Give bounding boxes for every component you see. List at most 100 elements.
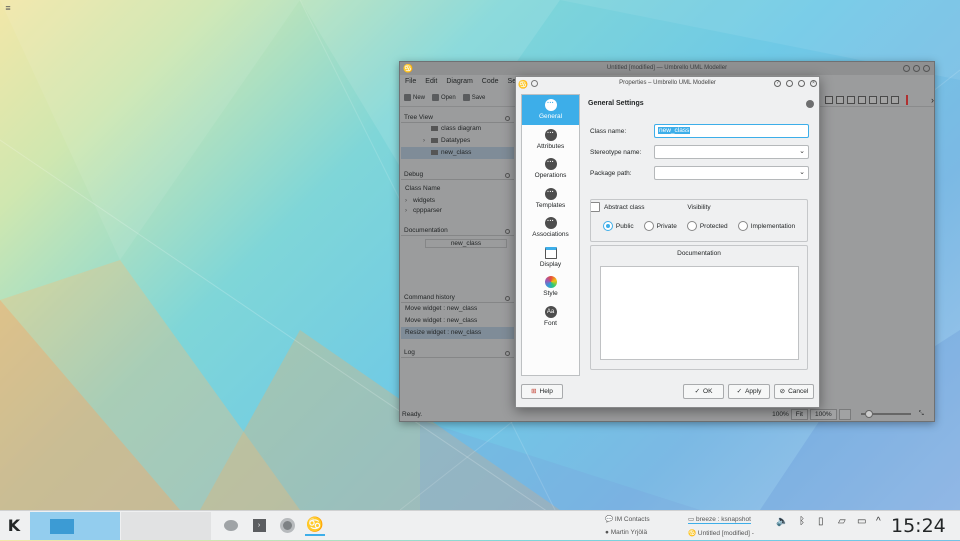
zoom-slider[interactable]	[860, 410, 911, 418]
templates-icon: ···	[544, 187, 557, 200]
radio-protected[interactable]: Protected	[686, 221, 728, 231]
section-menu-icon[interactable]	[806, 100, 814, 108]
clipboard-icon[interactable]: ▱	[838, 516, 846, 527]
tool-datatype-icon[interactable]	[847, 96, 855, 104]
ok-button[interactable]: ✓ OK	[683, 384, 724, 399]
sidebar-item-associations[interactable]: ··· Associations	[522, 213, 579, 243]
sidebar-item-templates[interactable]: ··· Templates	[522, 184, 579, 214]
help-context-icon[interactable]: ?	[774, 80, 781, 87]
sidebar-item-font[interactable]: Aa Font	[522, 302, 579, 332]
toolbar-more-icon[interactable]: ›	[931, 95, 934, 105]
history-item[interactable]: Move widget : new_class	[401, 315, 514, 327]
stereotype-label: Stereotype name:	[590, 149, 642, 156]
application-launcher-icon[interactable]: K	[0, 511, 28, 541]
debug-item[interactable]: › cppparser	[401, 207, 514, 215]
umbrello-app-icon: ♋	[518, 80, 528, 89]
tree-item-class-diagram[interactable]: class diagram	[401, 123, 514, 135]
desktop-toolbox-icon[interactable]: ≡	[2, 2, 14, 14]
tray-expand-icon[interactable]: ^	[876, 516, 881, 527]
radio-public[interactable]: Public	[602, 221, 634, 231]
cancel-button[interactable]: ⊘ Cancel	[774, 384, 814, 399]
open-button[interactable]: Open	[432, 94, 456, 101]
close-icon[interactable]	[923, 65, 930, 72]
umbrello-task-icon[interactable]: ♋	[305, 516, 325, 536]
class-name-input[interactable]: new_class	[654, 124, 809, 138]
close-icon[interactable]: ×	[810, 80, 817, 87]
expand-icon[interactable]: ›	[423, 135, 431, 147]
volume-icon[interactable]: 🔈	[776, 516, 788, 527]
class-name-value: new_class	[658, 127, 691, 134]
pager-desktop-2[interactable]	[121, 511, 211, 540]
tree-item-new-class[interactable]: new_class	[401, 147, 514, 159]
bluetooth-icon[interactable]: ᛒ	[799, 516, 805, 527]
general-icon: ···	[544, 99, 557, 111]
task-im-contacts[interactable]: 💬 IM Contacts	[605, 515, 650, 523]
sidebar-item-operations[interactable]: ··· Operations	[522, 154, 579, 184]
documentation-group: Documentation	[590, 245, 808, 370]
tool-enum-icon[interactable]	[858, 96, 866, 104]
dialog-titlebar[interactable]: ♋ Properties – Umbrello UML Modeller ? ×	[516, 77, 819, 90]
fit-button[interactable]: Fit	[790, 408, 808, 420]
minimize-icon[interactable]	[786, 80, 793, 87]
maximize-icon[interactable]	[913, 65, 920, 72]
task-contact[interactable]: ● Martin Yrjölä	[605, 529, 647, 536]
package-path-label: Package path:	[590, 170, 632, 177]
save-icon	[462, 94, 470, 101]
history-item[interactable]: Move widget : new_class	[401, 303, 514, 315]
pin-icon[interactable]	[531, 80, 538, 87]
maximize-icon[interactable]	[798, 80, 805, 87]
apply-button[interactable]: ✓ Apply	[728, 384, 770, 399]
new-button[interactable]: New	[404, 94, 425, 101]
zoom-out-icon[interactable]	[838, 408, 851, 420]
zoom-100-button[interactable]: 100%	[809, 408, 837, 420]
radio-implementation[interactable]: Implementation	[737, 221, 795, 231]
minimize-icon[interactable]	[903, 65, 910, 72]
save-button[interactable]: Save	[462, 94, 485, 101]
attributes-icon: ···	[544, 128, 557, 141]
radio-private[interactable]: Private	[643, 221, 677, 231]
tree-item-datatypes[interactable]: › Datatypes	[401, 135, 514, 147]
disc-icon[interactable]	[277, 516, 297, 536]
chat-icon[interactable]	[221, 516, 241, 536]
radio-icon	[686, 221, 697, 231]
pager-desktop-1[interactable]	[30, 511, 120, 540]
tool-line-icon[interactable]	[906, 95, 908, 105]
resize-grip-icon[interactable]: ⤡	[919, 410, 924, 418]
history-item[interactable]: Resize widget : new_class	[401, 327, 514, 339]
sidebar-item-attributes[interactable]: ··· Attributes	[522, 125, 579, 155]
battery-icon[interactable]: ▯	[818, 516, 824, 527]
class-icon	[431, 149, 438, 155]
sidebar-item-general[interactable]: ··· General	[522, 95, 579, 125]
main-window-titlebar[interactable]: ♋ Untitled [modified] — Umbrello UML Mod…	[400, 62, 934, 75]
tool-interface-icon[interactable]	[836, 96, 844, 104]
expand-icon[interactable]: ›	[405, 195, 413, 207]
menu-code[interactable]: Code	[482, 75, 499, 89]
documentation-textarea[interactable]	[600, 266, 799, 360]
diagram-icon	[431, 125, 438, 131]
help-icon: ⊞	[531, 388, 537, 395]
menu-diagram[interactable]: Diagram	[446, 75, 472, 89]
radio-icon	[643, 221, 654, 231]
tool-note-icon[interactable]	[891, 96, 899, 104]
network-icon[interactable]: ▭	[857, 516, 866, 527]
menu-edit[interactable]: Edit	[425, 75, 437, 89]
clock[interactable]: 15:24	[891, 515, 946, 537]
task-ksnapshot[interactable]: ▭ breeze : ksnapshot	[688, 515, 751, 524]
properties-dialog: ♋ Properties – Umbrello UML Modeller ? ×…	[515, 76, 820, 408]
task-umbrello[interactable]: ♋ Untitled [modified] -	[688, 529, 754, 537]
debug-item[interactable]: › widgets	[401, 195, 514, 207]
stereotype-combo[interactable]: ⌄	[654, 145, 809, 159]
help-button[interactable]: ⊞ Help	[521, 384, 563, 399]
tool-component-icon[interactable]	[880, 96, 888, 104]
sidebar-item-style[interactable]: Style	[522, 272, 579, 302]
visibility-group: Visibility Public Private Protected Impl…	[590, 199, 808, 242]
menu-file[interactable]: File	[405, 75, 416, 89]
documentation-field[interactable]: new_class	[425, 239, 507, 248]
sidebar-item-display[interactable]: Display	[522, 243, 579, 273]
zoom-label: 100%	[772, 410, 789, 418]
tool-class-icon[interactable]	[825, 96, 833, 104]
package-path-combo[interactable]: ⌄	[654, 166, 809, 180]
tool-package-icon[interactable]	[869, 96, 877, 104]
umbrello-app-icon: ♋	[688, 530, 698, 537]
terminal-icon[interactable]: ›	[249, 516, 269, 536]
